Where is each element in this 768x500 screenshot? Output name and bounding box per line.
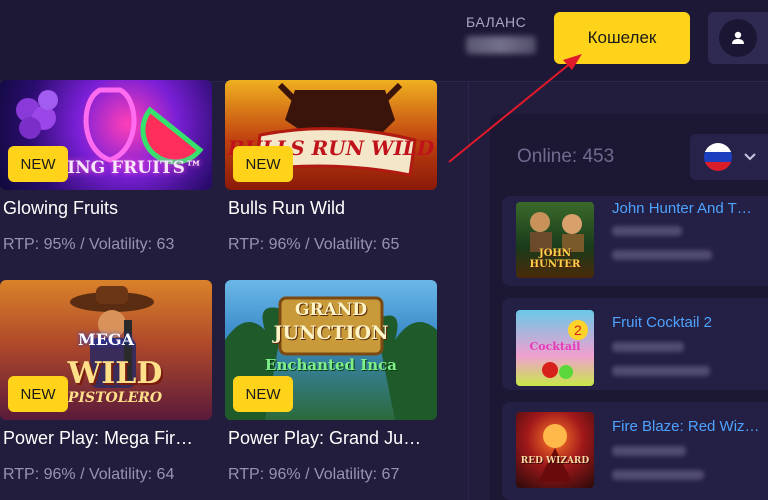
annotation-arrow [448, 54, 582, 163]
